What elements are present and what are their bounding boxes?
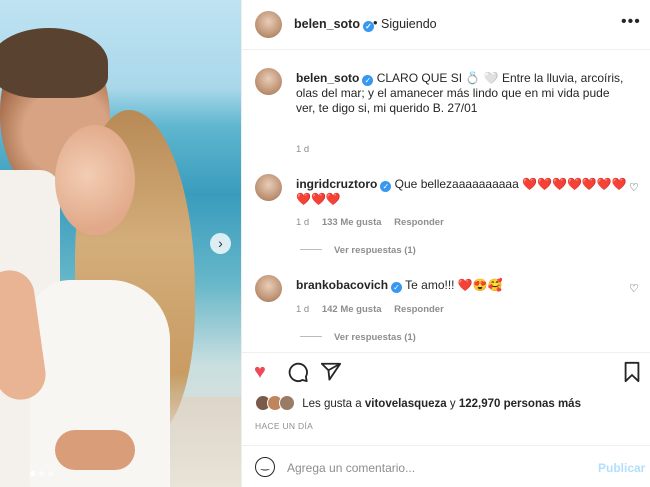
comment-meta: 1 d 133 Me gusta Responder bbox=[296, 217, 454, 228]
likes-summary[interactable]: Les gusta a vitovelasqueza y 122,970 per… bbox=[255, 395, 581, 415]
action-bar: ♥ bbox=[242, 352, 650, 392]
author-username[interactable]: belen_soto ✓ bbox=[294, 17, 374, 32]
more-options-icon[interactable]: ••• bbox=[621, 13, 641, 31]
carousel-dot bbox=[48, 471, 53, 476]
post-photo[interactable]: › bbox=[0, 0, 241, 487]
share-icon[interactable] bbox=[320, 361, 342, 388]
photo-woman-face bbox=[55, 125, 135, 235]
verified-badge-icon: ✓ bbox=[391, 282, 403, 293]
caption-meta: 1 d bbox=[296, 144, 319, 155]
verified-badge-icon: ✓ bbox=[380, 181, 392, 192]
view-replies-button[interactable]: Ver respuestas (1) bbox=[300, 332, 416, 343]
carousel-dot bbox=[39, 471, 44, 476]
view-replies-text[interactable]: Ver respuestas (1) bbox=[334, 245, 416, 256]
following-button[interactable]: Siguiendo bbox=[381, 17, 437, 31]
comment-text: Que bellezaaaaaaaaaa bbox=[394, 177, 519, 191]
bookmark-icon[interactable] bbox=[622, 361, 642, 388]
comment-like-icon[interactable]: ♡ bbox=[629, 282, 639, 295]
comment-time[interactable]: 1 d bbox=[296, 217, 309, 228]
replies-line bbox=[300, 249, 322, 250]
photo-hand bbox=[55, 430, 135, 470]
comment-text: Te amo!!! bbox=[405, 278, 455, 292]
header-separator: • bbox=[373, 15, 378, 30]
carousel-dot bbox=[30, 471, 35, 476]
comment-like-icon[interactable]: ♡ bbox=[629, 181, 639, 194]
replies-line bbox=[300, 336, 322, 337]
author-username-text[interactable]: belen_soto bbox=[294, 17, 360, 31]
comment-avatar[interactable] bbox=[255, 275, 282, 302]
photo-man-hair bbox=[0, 28, 108, 98]
caption-body: belen_soto ✓ CLARO QUE SI 💍 🤍 Entre la ll… bbox=[296, 71, 631, 116]
comment-body: brankobacovich ✓ Te amo!!! ❤️😍🥰 bbox=[296, 278, 631, 293]
avatar bbox=[279, 395, 295, 411]
heart-icon[interactable]: ♥ bbox=[254, 361, 266, 383]
post-panel: belen_soto ✓ • Siguiendo ••• belen_soto ✓ … bbox=[241, 0, 650, 487]
caption-avatar[interactable] bbox=[255, 68, 282, 95]
comment-likes[interactable]: 142 Me gusta bbox=[322, 304, 382, 315]
post-timestamp[interactable]: HACE UN DÍA bbox=[255, 421, 313, 431]
comment-emoji: ❤️😍🥰 bbox=[457, 278, 503, 292]
comments-section[interactable]: belen_soto ✓ CLARO QUE SI 💍 🤍 Entre la ll… bbox=[242, 51, 650, 347]
comment-meta: 1 d 142 Me gusta Responder bbox=[296, 304, 454, 315]
comment-username[interactable]: ingridcruztoro bbox=[296, 177, 377, 191]
caption-username[interactable]: belen_soto bbox=[296, 71, 359, 85]
view-replies-text[interactable]: Ver respuestas (1) bbox=[334, 332, 416, 343]
comment-icon[interactable] bbox=[287, 361, 309, 388]
comment-body: ingridcruztoro ✓ Que bellezaaaaaaaaaa ❤️❤… bbox=[296, 177, 631, 207]
author-avatar[interactable] bbox=[255, 11, 282, 38]
caption-time[interactable]: 1 d bbox=[296, 144, 309, 155]
likes-connector: y bbox=[449, 398, 456, 410]
carousel-next-button[interactable]: › bbox=[210, 233, 231, 254]
likes-count[interactable]: 122,970 personas más bbox=[459, 398, 581, 410]
carousel-indicator bbox=[30, 471, 53, 476]
emoji-icon[interactable]: ‿ bbox=[255, 457, 275, 477]
likes-prefix: Les gusta a bbox=[302, 398, 362, 410]
liker-avatars bbox=[255, 395, 299, 411]
view-replies-button[interactable]: Ver respuestas (1) bbox=[300, 245, 416, 256]
post-comment-button[interactable]: Publicar bbox=[598, 461, 645, 475]
verified-badge-icon: ✓ bbox=[362, 75, 374, 86]
comment-reply-button[interactable]: Responder bbox=[394, 304, 444, 315]
comment-time[interactable]: 1 d bbox=[296, 304, 309, 315]
post-header: belen_soto ✓ • Siguiendo ••• bbox=[242, 0, 650, 50]
comment-username[interactable]: brankobacovich bbox=[296, 278, 388, 292]
chevron-right-icon: › bbox=[218, 235, 223, 251]
comment-reply-button[interactable]: Responder bbox=[394, 217, 444, 228]
comment-avatar[interactable] bbox=[255, 174, 282, 201]
comment-composer: ‿ Publicar bbox=[242, 445, 650, 487]
comment-input[interactable] bbox=[287, 458, 587, 478]
likes-user[interactable]: vitovelasqueza bbox=[365, 398, 447, 410]
comment-likes[interactable]: 133 Me gusta bbox=[322, 217, 382, 228]
